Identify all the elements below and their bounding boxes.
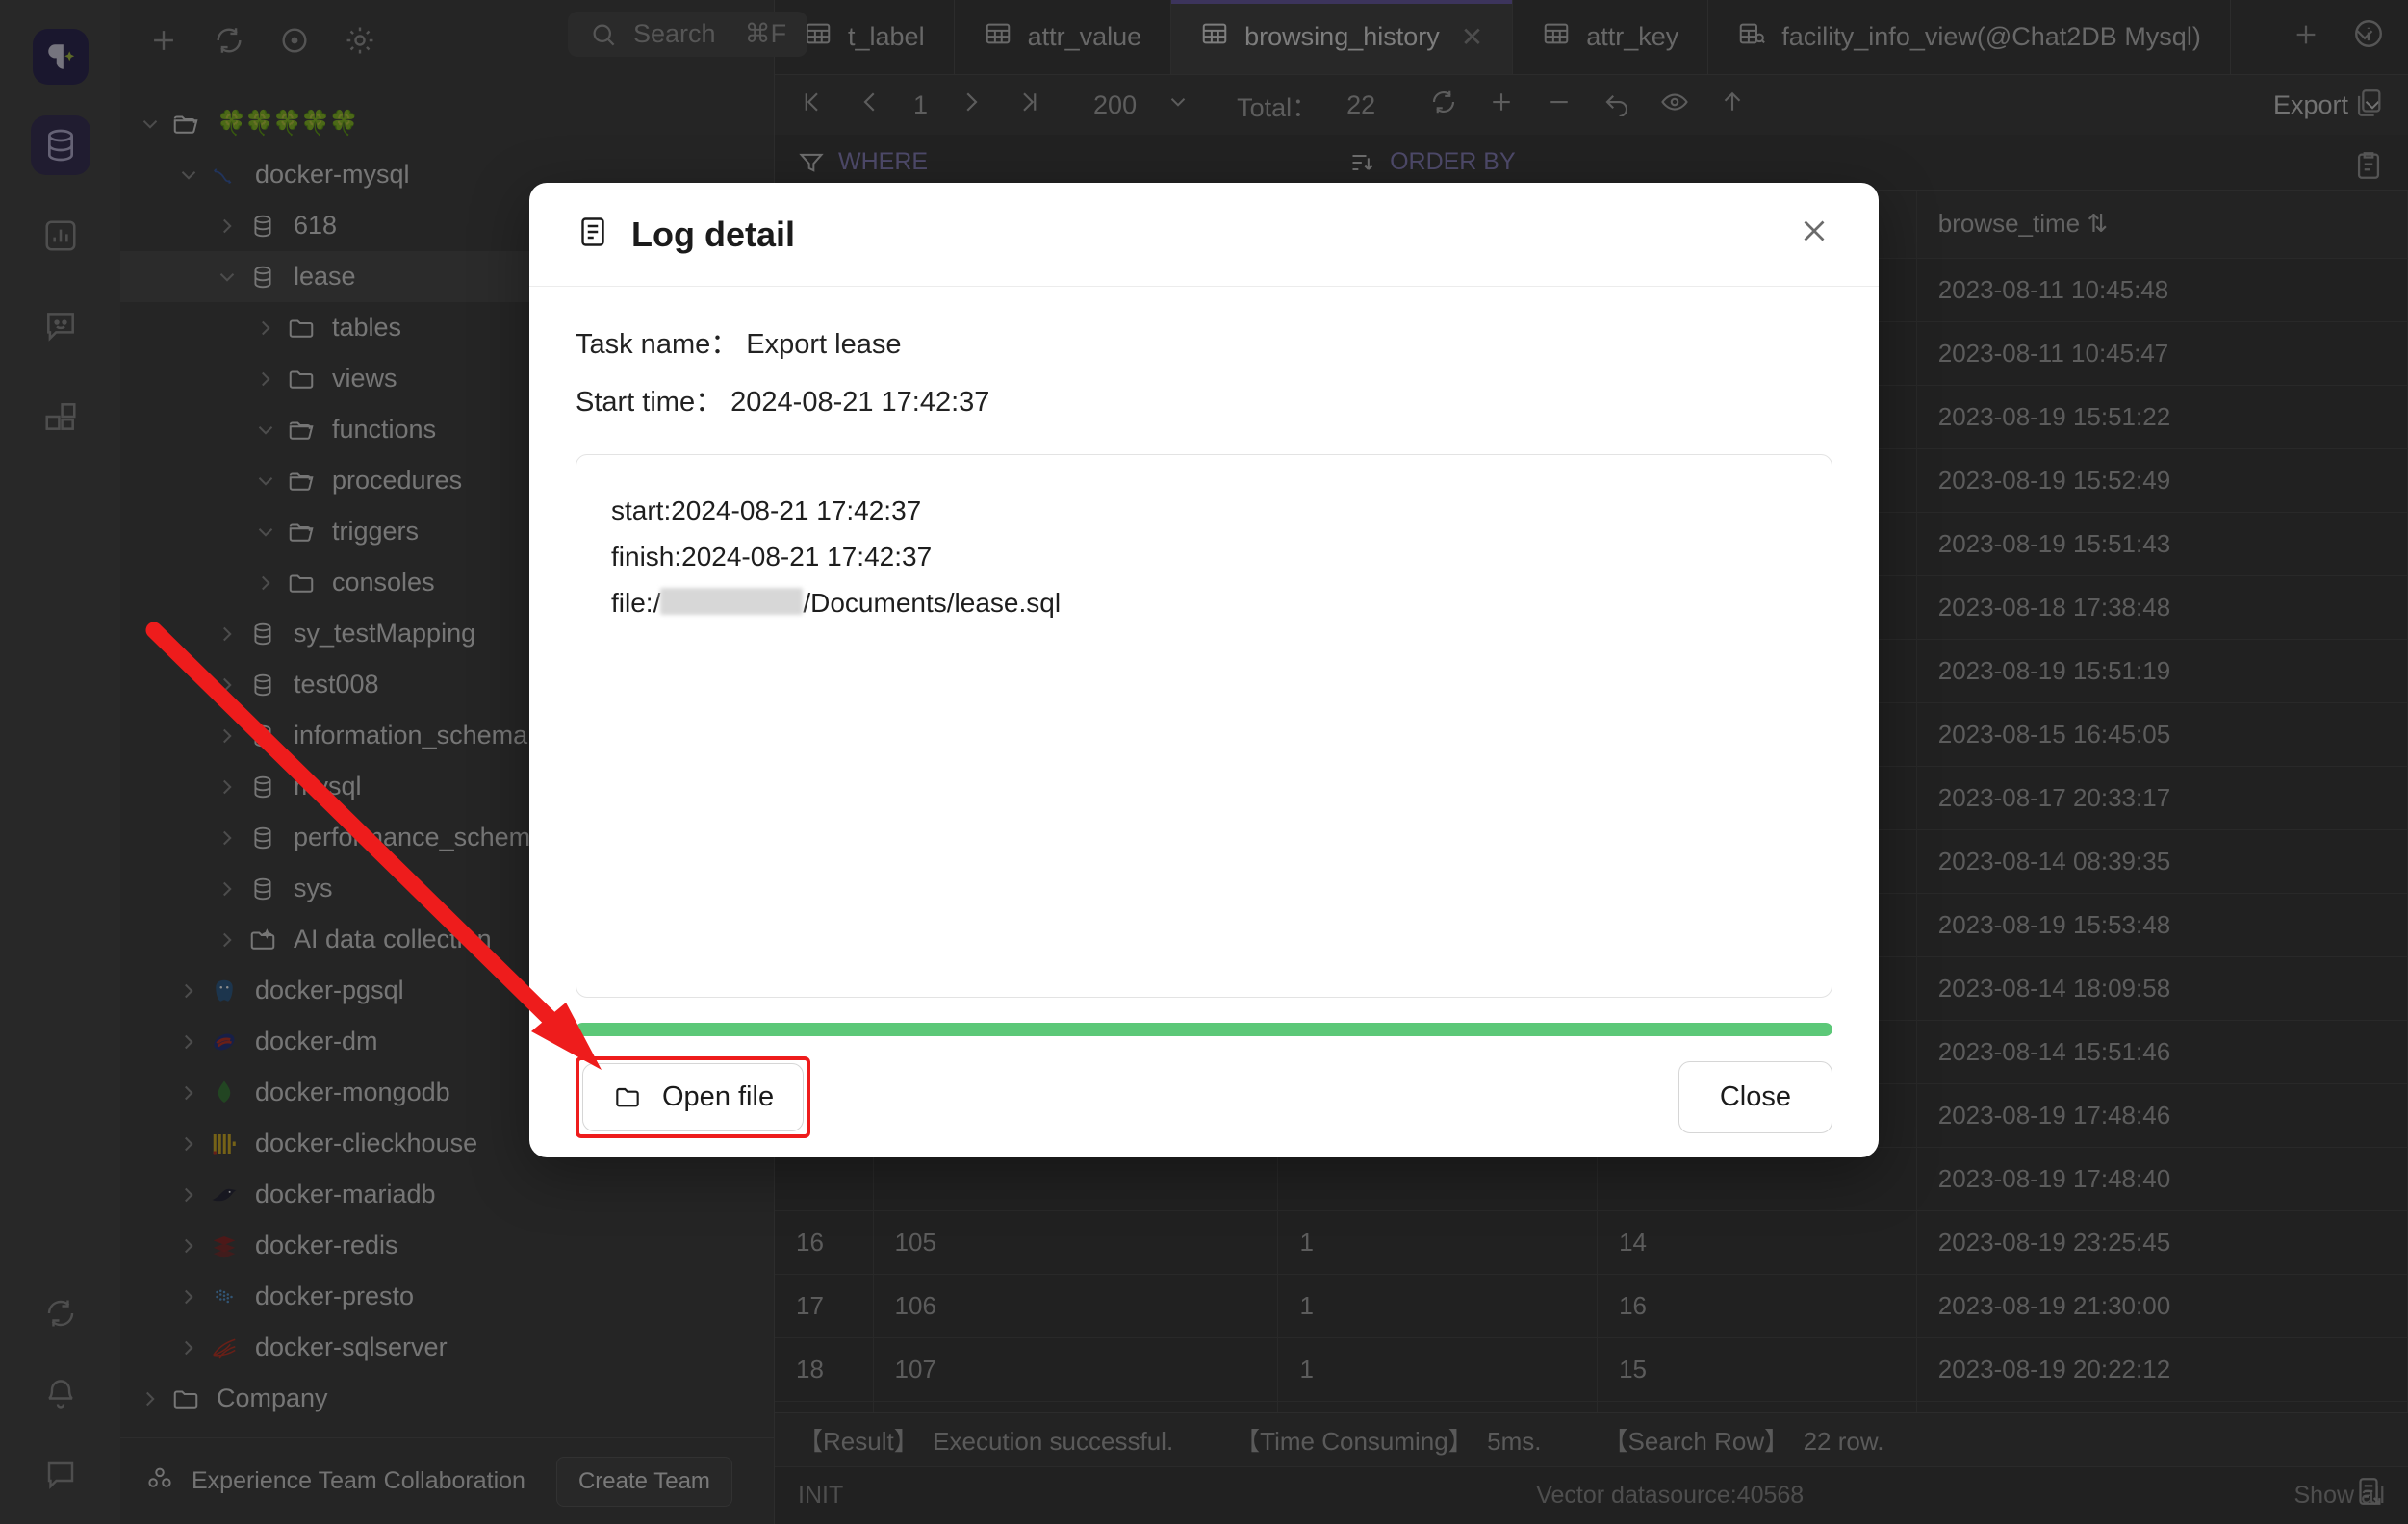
open-file-button[interactable]: Open file [582, 1062, 805, 1131]
dialog-body: Task name： Export lease Start time： 2024… [529, 287, 1879, 998]
log-icon [576, 215, 610, 254]
task-name-value: Export lease [746, 329, 902, 360]
start-time-value: 2024-08-21 17:42:37 [730, 387, 990, 418]
export-progress-bar [576, 1023, 1832, 1036]
open-file-highlight: Open file [576, 1055, 811, 1138]
task-name-row: Task name： Export lease [576, 321, 1832, 362]
folder-icon [616, 1087, 639, 1107]
log-line-suffix: /Documents/lease.sql [803, 588, 1062, 619]
log-detail-dialog: Log detail Task name： Export lease Start… [529, 183, 1879, 1157]
dialog-header: Log detail [529, 183, 1879, 287]
log-line-prefix: file:/ [611, 588, 661, 619]
progress-fill [576, 1023, 1832, 1036]
close-button[interactable]: Close [1678, 1060, 1832, 1133]
log-line: finish:2024-08-21 17:42:37 [611, 542, 933, 572]
start-time-row: Start time： 2024-08-21 17:42:37 [576, 379, 1832, 419]
redacted-path [660, 588, 804, 616]
dialog-title: Log detail [631, 214, 795, 254]
log-line: start:2024-08-21 17:42:37 [611, 495, 922, 525]
open-file-label: Open file [662, 1080, 775, 1112]
close-icon[interactable] [1796, 213, 1832, 256]
dialog-footer: Open file Close [529, 1036, 1879, 1157]
task-name-label: Task name： [576, 329, 739, 360]
start-time-label: Start time： [576, 387, 724, 418]
log-line: file:/ /Documents/lease.sql [611, 580, 1797, 626]
log-output-box[interactable]: start:2024-08-21 17:42:37 finish:2024-08-… [576, 454, 1832, 998]
